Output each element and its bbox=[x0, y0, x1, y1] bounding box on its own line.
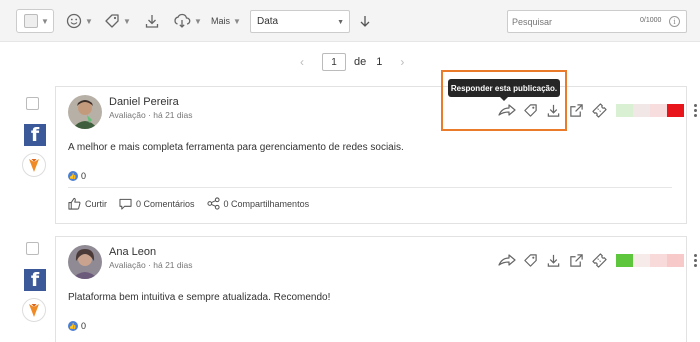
post-checkbox[interactable] bbox=[26, 97, 39, 110]
sentiment-filter-button[interactable]: ▼ bbox=[66, 11, 93, 31]
sentiment-very-negative[interactable] bbox=[667, 253, 684, 267]
pagination: ‹ 1 de 1 › bbox=[300, 53, 404, 71]
sentiment-selector[interactable] bbox=[616, 103, 684, 117]
sentiment-very-positive[interactable] bbox=[616, 253, 633, 267]
like-button[interactable]: Curtir bbox=[68, 197, 107, 210]
like-count: 👍 0 bbox=[68, 171, 86, 181]
tag-post-button[interactable] bbox=[519, 251, 541, 269]
post-card: Ana Leon Avaliação · há 21 dias Platafor… bbox=[55, 236, 697, 342]
sentiment-positive[interactable] bbox=[633, 103, 650, 117]
search-box: 0/1000 i bbox=[507, 10, 687, 33]
post-author[interactable]: Ana Leon bbox=[109, 246, 156, 258]
current-page-input[interactable]: 1 bbox=[322, 53, 346, 71]
search-char-counter: 0/1000 bbox=[640, 17, 662, 24]
divider bbox=[68, 187, 672, 188]
post-author[interactable]: Daniel Pereira bbox=[109, 96, 179, 108]
sort-field-value: Data bbox=[257, 16, 279, 27]
external-link-icon bbox=[569, 103, 583, 117]
post-meta: Avaliação · há 21 dias bbox=[109, 260, 193, 270]
sort-down-arrow-icon bbox=[360, 16, 370, 27]
tag-icon bbox=[105, 14, 119, 28]
post-tools bbox=[496, 251, 698, 269]
post-body: A melhor e mais completa ferramenta para… bbox=[68, 142, 404, 153]
next-page-icon[interactable]: › bbox=[400, 55, 404, 69]
like-count-value: 0 bbox=[81, 321, 87, 331]
post-card: Daniel Pereira Avaliação · há 21 dias A … bbox=[55, 86, 697, 224]
search-input[interactable] bbox=[512, 14, 632, 30]
sentiment-positive[interactable] bbox=[633, 253, 650, 267]
post-body: Plataforma bem intuitiva e sempre atuali… bbox=[68, 292, 331, 303]
brand-logo-icon bbox=[22, 153, 46, 177]
ticket-button[interactable] bbox=[588, 251, 610, 269]
chevron-down-icon: ▼ bbox=[194, 16, 202, 26]
chevron-down-icon: ▼ bbox=[85, 16, 93, 26]
like-label: Curtir bbox=[85, 198, 107, 209]
open-external-button[interactable] bbox=[565, 251, 587, 269]
sentiment-very-positive[interactable] bbox=[616, 103, 633, 117]
facebook-icon: f bbox=[24, 124, 46, 146]
comments-label: 0 Comentários bbox=[136, 198, 195, 209]
toolbar: ▼ ▼ ▼ ▼ Mais ▼ Data ▼ 0/1000 i bbox=[0, 0, 700, 42]
highlight-annotation-box bbox=[441, 70, 567, 131]
post-meta: Avaliação · há 21 dias bbox=[109, 110, 193, 120]
chevron-down-icon: ▼ bbox=[41, 16, 49, 26]
thumbs-up-badge-icon: 👍 bbox=[68, 321, 78, 331]
avatar bbox=[68, 95, 102, 129]
external-link-icon bbox=[569, 253, 583, 267]
thumbs-up-badge-icon: 👍 bbox=[68, 171, 78, 181]
export-button[interactable] bbox=[144, 11, 160, 31]
sentiment-selector[interactable] bbox=[616, 253, 684, 267]
sentiment-negative[interactable] bbox=[650, 253, 667, 267]
like-count: 👍 0 bbox=[68, 321, 86, 331]
checkbox-icon bbox=[24, 14, 38, 28]
cloud-export-button[interactable]: ▼ bbox=[173, 11, 202, 31]
open-external-button[interactable] bbox=[565, 101, 587, 119]
like-count-value: 0 bbox=[81, 171, 87, 181]
reply-share-arrow-icon bbox=[498, 254, 516, 266]
more-options-icon[interactable] bbox=[692, 103, 698, 118]
tag-filter-button[interactable]: ▼ bbox=[104, 11, 131, 31]
ticket-button[interactable] bbox=[588, 101, 610, 119]
sort-field-select[interactable]: Data ▼ bbox=[250, 10, 350, 33]
brand-logo-icon bbox=[22, 298, 46, 322]
smiley-icon bbox=[66, 13, 82, 29]
comment-icon bbox=[119, 198, 132, 210]
reply-button[interactable] bbox=[496, 251, 518, 269]
avatar bbox=[68, 245, 102, 279]
pagination-of-label: de bbox=[354, 56, 367, 68]
ticket-icon bbox=[591, 102, 607, 118]
share-icon bbox=[206, 197, 220, 210]
cloud-download-icon bbox=[174, 13, 191, 28]
ticket-icon bbox=[591, 252, 607, 268]
previous-page-icon[interactable]: ‹ bbox=[300, 55, 304, 69]
chevron-down-icon: ▼ bbox=[233, 16, 241, 26]
comments-button[interactable]: 0 Comentários bbox=[119, 198, 195, 210]
tag-icon bbox=[523, 253, 537, 267]
more-options-icon[interactable] bbox=[692, 253, 698, 268]
chevron-down-icon: ▼ bbox=[123, 16, 131, 26]
thumbs-up-icon bbox=[68, 197, 81, 210]
post-checkbox[interactable] bbox=[26, 242, 39, 255]
more-menu-label: Mais bbox=[211, 16, 231, 26]
download-icon bbox=[547, 254, 559, 267]
download-post-button[interactable] bbox=[542, 251, 564, 269]
shares-button[interactable]: 0 Compartilhamentos bbox=[206, 197, 310, 210]
sentiment-very-negative[interactable] bbox=[667, 103, 684, 117]
download-icon bbox=[145, 15, 159, 28]
chevron-down-icon: ▼ bbox=[337, 19, 344, 26]
sort-direction-button[interactable] bbox=[358, 11, 372, 31]
select-all-dropdown[interactable]: ▼ bbox=[16, 9, 54, 33]
total-pages: 1 bbox=[376, 56, 383, 68]
more-menu-button[interactable]: Mais ▼ bbox=[211, 11, 241, 31]
facebook-icon: f bbox=[24, 269, 46, 291]
post-actions: Curtir 0 Comentários 0 Compartilhamentos bbox=[68, 197, 321, 210]
info-icon[interactable]: i bbox=[669, 16, 680, 27]
shares-label: 0 Compartilhamentos bbox=[223, 198, 310, 209]
sentiment-negative[interactable] bbox=[650, 103, 667, 117]
